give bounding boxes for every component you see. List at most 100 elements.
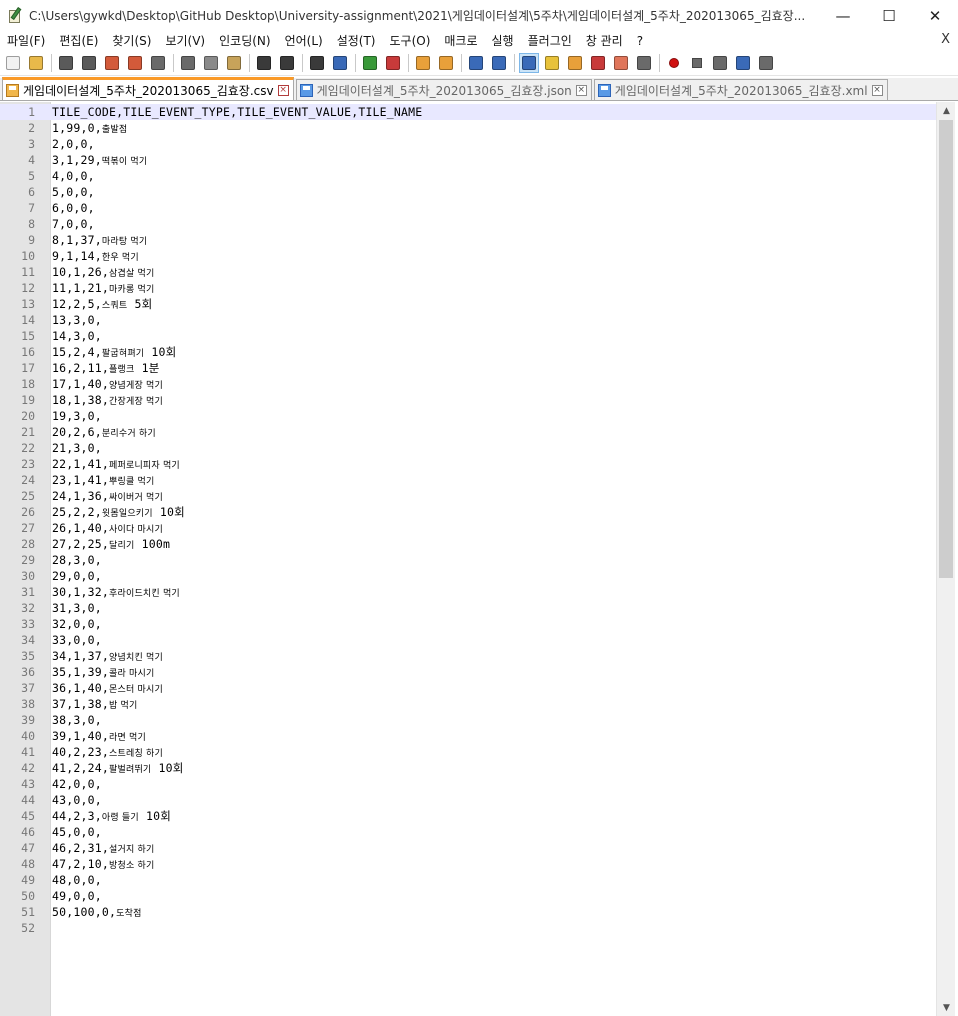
paste-button[interactable] bbox=[224, 53, 244, 73]
editor-line[interactable]: 7 6,0,0, bbox=[0, 200, 936, 216]
editor[interactable]: 1 TILE_CODE,TILE_EVENT_TYPE,TILE_EVENT_VA… bbox=[0, 102, 958, 1016]
redo-button[interactable] bbox=[277, 53, 297, 73]
text-area[interactable]: 1 TILE_CODE,TILE_EVENT_TYPE,TILE_EVENT_VA… bbox=[0, 104, 936, 936]
editor-line[interactable]: 46 45,0,0, bbox=[0, 824, 936, 840]
editor-line[interactable]: 23 22,1,41,페퍼로니피자 먹기 bbox=[0, 456, 936, 472]
close-tab-icon[interactable]: × bbox=[575, 84, 587, 96]
editor-line[interactable]: 35 34,1,37,양념치킨 먹기 bbox=[0, 648, 936, 664]
editor-line[interactable]: 5 4,0,0, bbox=[0, 168, 936, 184]
close-tab-icon[interactable]: × bbox=[871, 84, 883, 96]
replace-button[interactable] bbox=[330, 53, 350, 73]
stop-record-button[interactable] bbox=[687, 53, 707, 73]
menu-view[interactable]: 보기(V) bbox=[158, 32, 212, 49]
menu-settings[interactable]: 설정(T) bbox=[330, 32, 383, 49]
editor-line[interactable]: 32 31,3,0, bbox=[0, 600, 936, 616]
editor-line[interactable]: 49 48,0,0, bbox=[0, 872, 936, 888]
editor-line[interactable]: 2 1,99,0,출발점 bbox=[0, 120, 936, 136]
editor-line[interactable]: 19 18,1,38,간장게장 먹기 bbox=[0, 392, 936, 408]
editor-line[interactable]: 24 23,1,41,뿌링클 먹기 bbox=[0, 472, 936, 488]
record-macro-button[interactable] bbox=[664, 53, 684, 73]
editor-line[interactable]: 27 26,1,40,사이다 마시기 bbox=[0, 520, 936, 536]
tab-file-2[interactable]: 게임데이터설계_5주차_202013065_김효장.json × bbox=[295, 79, 592, 100]
editor-line[interactable]: 52 bbox=[0, 920, 936, 936]
editor-line[interactable]: 44 43,0,0, bbox=[0, 792, 936, 808]
editor-line[interactable]: 10 9,1,14,한우 먹기 bbox=[0, 248, 936, 264]
editor-line[interactable]: 26 25,2,2,윗몸일으키기 10회 bbox=[0, 504, 936, 520]
menu-encoding[interactable]: 인코딩(N) bbox=[212, 32, 277, 49]
sync-vertical-button[interactable] bbox=[413, 53, 433, 73]
editor-line[interactable]: 29 28,3,0, bbox=[0, 552, 936, 568]
editor-line[interactable]: 34 33,0,0, bbox=[0, 632, 936, 648]
function-list-button[interactable] bbox=[588, 53, 608, 73]
menu-search[interactable]: 찾기(S) bbox=[105, 32, 158, 49]
vertical-scrollbar[interactable]: ▲ ▼ bbox=[936, 102, 955, 1016]
editor-line[interactable]: 22 21,3,0, bbox=[0, 440, 936, 456]
save-macro-button[interactable] bbox=[756, 53, 776, 73]
menu-window[interactable]: 창 관리 bbox=[579, 32, 630, 49]
editor-line[interactable]: 3 2,0,0, bbox=[0, 136, 936, 152]
editor-line[interactable]: 43 42,0,0, bbox=[0, 776, 936, 792]
editor-line[interactable]: 15 14,3,0, bbox=[0, 328, 936, 344]
user-language-button[interactable] bbox=[542, 53, 562, 73]
scroll-thumb[interactable] bbox=[939, 120, 953, 578]
editor-line[interactable]: 17 16,2,11,플랭크 1분 bbox=[0, 360, 936, 376]
editor-line[interactable]: 51 50,100,0,도착점 bbox=[0, 904, 936, 920]
editor-line[interactable]: 30 29,0,0, bbox=[0, 568, 936, 584]
sync-horizontal-button[interactable] bbox=[436, 53, 456, 73]
editor-line[interactable]: 20 19,3,0, bbox=[0, 408, 936, 424]
print-button[interactable] bbox=[148, 53, 168, 73]
editor-line[interactable]: 50 49,0,0, bbox=[0, 888, 936, 904]
editor-line[interactable]: 25 24,1,36,싸이버거 먹기 bbox=[0, 488, 936, 504]
close-document-button[interactable]: X bbox=[941, 32, 950, 47]
editor-line[interactable]: 40 39,1,40,라면 먹기 bbox=[0, 728, 936, 744]
menu-edit[interactable]: 편집(E) bbox=[52, 32, 105, 49]
tab-file-3[interactable]: 게임데이터설계_5주차_202013065_김효장.xml × bbox=[593, 79, 888, 100]
close-file-button[interactable] bbox=[102, 53, 122, 73]
scroll-up-button[interactable]: ▲ bbox=[937, 102, 956, 119]
editor-line[interactable]: 48 47,2,10,방청소 하기 bbox=[0, 856, 936, 872]
editor-line[interactable]: 18 17,1,40,양념게장 먹기 bbox=[0, 376, 936, 392]
all-characters-button[interactable] bbox=[489, 53, 509, 73]
word-wrap-button[interactable] bbox=[466, 53, 486, 73]
save-all-button[interactable] bbox=[79, 53, 99, 73]
open-folder-button[interactable] bbox=[26, 53, 46, 73]
editor-line[interactable]: 47 46,2,31,설거지 하기 bbox=[0, 840, 936, 856]
editor-line[interactable]: 38 37,1,38,밥 먹기 bbox=[0, 696, 936, 712]
menu-plugins[interactable]: 플러그인 bbox=[521, 32, 579, 49]
cut-button[interactable] bbox=[178, 53, 198, 73]
monitoring-button[interactable] bbox=[634, 53, 654, 73]
document-map-button[interactable] bbox=[565, 53, 585, 73]
menu-help[interactable]: ? bbox=[630, 34, 650, 48]
editor-line[interactable]: 42 41,2,24,팔벌려뛰기 10회 bbox=[0, 760, 936, 776]
undo-button[interactable] bbox=[254, 53, 274, 73]
copy-button[interactable] bbox=[201, 53, 221, 73]
minimize-button[interactable]: — bbox=[820, 0, 866, 31]
scroll-down-button[interactable]: ▼ bbox=[937, 999, 956, 1016]
menu-language[interactable]: 언어(L) bbox=[278, 32, 330, 49]
editor-line[interactable]: 28 27,2,25,달리기 100m bbox=[0, 536, 936, 552]
editor-line[interactable]: 41 40,2,23,스트레칭 하기 bbox=[0, 744, 936, 760]
editor-line[interactable]: 6 5,0,0, bbox=[0, 184, 936, 200]
play-macro-button[interactable] bbox=[710, 53, 730, 73]
close-all-button[interactable] bbox=[125, 53, 145, 73]
zoom-out-button[interactable] bbox=[383, 53, 403, 73]
editor-line[interactable]: 14 13,3,0, bbox=[0, 312, 936, 328]
editor-line[interactable]: 39 38,3,0, bbox=[0, 712, 936, 728]
folder-workspace-button[interactable] bbox=[611, 53, 631, 73]
editor-line[interactable]: 13 12,2,5,스쿼트 5회 bbox=[0, 296, 936, 312]
editor-line[interactable]: 31 30,1,32,후라이드치킨 먹기 bbox=[0, 584, 936, 600]
editor-line[interactable]: 4 3,1,29,떡볶이 먹기 bbox=[0, 152, 936, 168]
save-button[interactable] bbox=[56, 53, 76, 73]
editor-line[interactable]: 36 35,1,39,콜라 마시기 bbox=[0, 664, 936, 680]
editor-line[interactable]: 33 32,0,0, bbox=[0, 616, 936, 632]
find-button[interactable] bbox=[307, 53, 327, 73]
editor-line[interactable]: 8 7,0,0, bbox=[0, 216, 936, 232]
maximize-button[interactable]: ☐ bbox=[866, 0, 912, 31]
tab-file-1[interactable]: 게임데이터설계_5주차_202013065_김효장.csv × bbox=[2, 77, 294, 100]
close-tab-icon[interactable]: × bbox=[277, 84, 289, 96]
run-macro-multiple-button[interactable] bbox=[733, 53, 753, 73]
menu-macro[interactable]: 매크로 bbox=[437, 32, 484, 49]
menu-run[interactable]: 실행 bbox=[485, 32, 521, 49]
editor-line[interactable]: 45 44,2,3,아령 들기 10회 bbox=[0, 808, 936, 824]
editor-line[interactable]: 16 15,2,4,팔굽혀펴기 10회 bbox=[0, 344, 936, 360]
